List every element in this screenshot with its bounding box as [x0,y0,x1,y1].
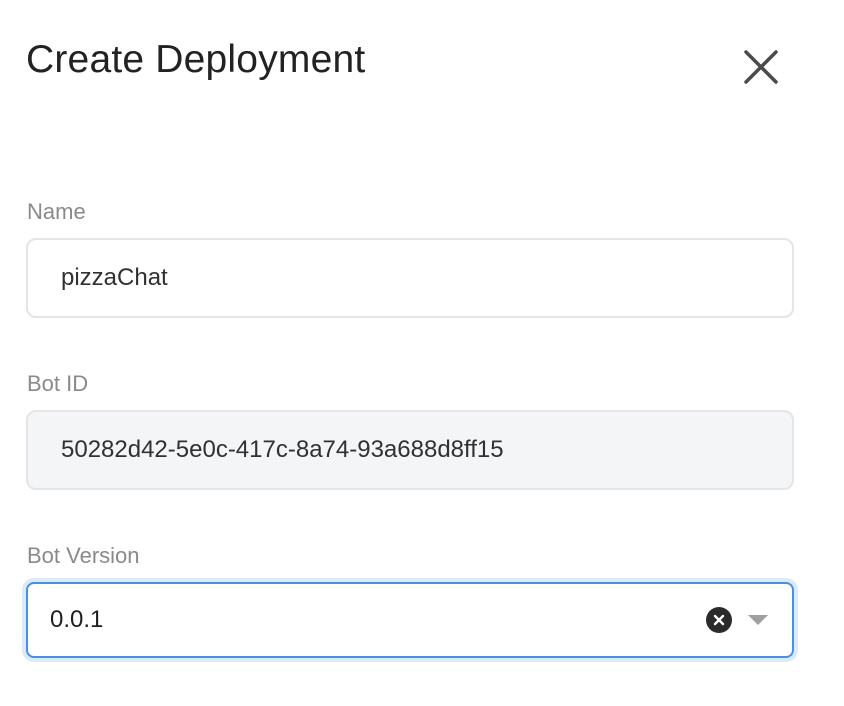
close-button[interactable] [738,44,784,90]
bot-version-label: Bot Version [27,543,140,568]
name-field-value: pizzaChat [61,264,168,291]
create-deployment-dialog: Create Deployment Name pizzaChat Bot ID … [0,0,844,706]
bot-id-field: 50282d42-5e0c-417c-8a74-93a688d8ff15 [26,410,794,490]
close-icon [744,50,778,84]
bot-id-field-value: 50282d42-5e0c-417c-8a74-93a688d8ff15 [61,436,504,463]
name-label: Name [27,199,86,224]
name-field[interactable]: pizzaChat [26,238,794,318]
dropdown-toggle[interactable] [748,613,768,627]
caret-down-icon [748,615,768,625]
clear-circle-icon [706,607,732,633]
dialog-title: Create Deployment [26,38,366,81]
bot-version-selected-value: 0.0.1 [50,606,104,633]
clear-selection-button[interactable] [706,607,732,633]
bot-id-label: Bot ID [27,371,89,396]
bot-version-select[interactable]: 0.0.1 [26,582,794,658]
